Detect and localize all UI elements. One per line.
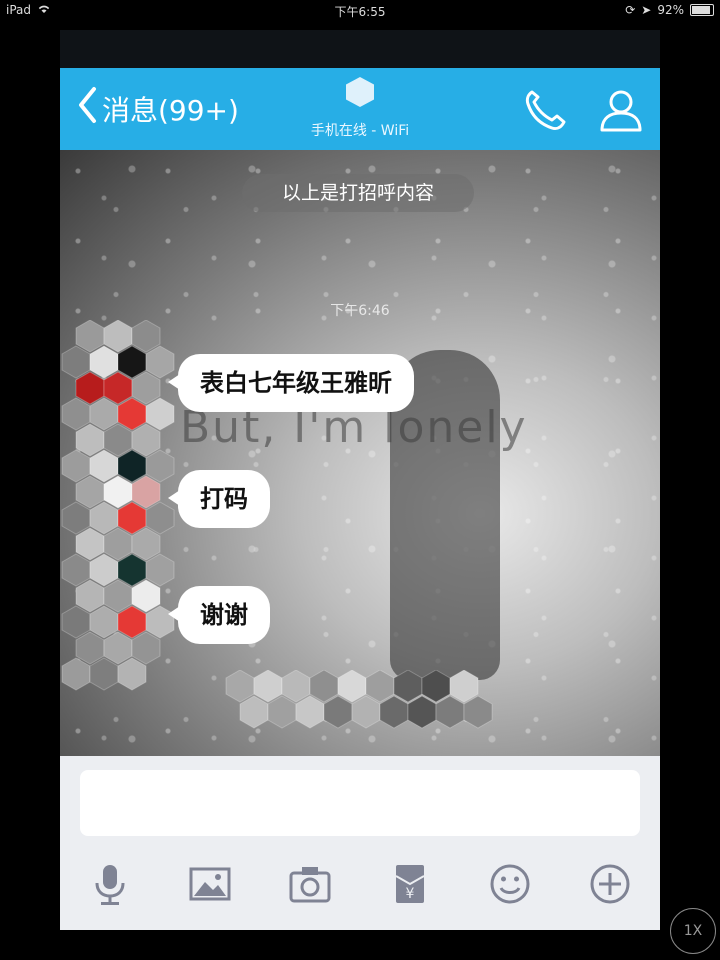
contact-avatar[interactable] <box>344 76 376 108</box>
phone-icon[interactable] <box>522 88 568 136</box>
back-label: 消息(99+) <box>102 93 239 127</box>
zoom-button[interactable]: 1X <box>670 908 716 954</box>
message-bubble[interactable]: 表白七年级王雅昕 <box>168 354 414 412</box>
phone-top-bar <box>60 30 660 68</box>
red-packet-icon[interactable]: ¥ <box>388 862 432 910</box>
online-status: 手机在线 - WiFi <box>310 123 410 139</box>
message-timestamp: 下午6:46 <box>330 303 390 319</box>
add-icon[interactable] <box>588 862 632 910</box>
message-input[interactable] <box>80 770 640 836</box>
svg-text:¥: ¥ <box>406 886 415 902</box>
contact-profile-icon[interactable] <box>598 88 644 136</box>
battery-icon <box>690 4 714 16</box>
back-button[interactable]: 消息(99+) <box>76 86 239 131</box>
nav-center: 手机在线 - WiFi <box>260 68 460 150</box>
status-bar: iPad 下午6:55 ⟳ ➤ 92% <box>0 0 720 22</box>
status-right: ⟳ ➤ 92% <box>625 3 714 17</box>
battery-percent: 92% <box>657 3 684 17</box>
input-toolbar: ¥ <box>60 856 660 916</box>
nav-bar: 消息(99+) 手机在线 - WiFi <box>60 68 660 150</box>
input-area: ¥ <box>60 756 660 930</box>
camera-icon[interactable] <box>288 862 332 910</box>
greeting-notice: 以上是打招呼内容 <box>242 174 474 212</box>
chevron-left-icon <box>76 86 98 131</box>
orientation-lock-icon: ⟳ <box>625 3 636 17</box>
mosaic-top <box>288 150 468 170</box>
emoji-icon[interactable] <box>488 862 532 910</box>
chat-screen: 消息(99+) 手机在线 - WiFi But, I'm lonely 以上是打… <box>60 30 660 930</box>
message-bubble[interactable]: 打码 <box>168 470 270 528</box>
chat-area[interactable]: But, I'm lonely 以上是打招呼内容 下午6:46 表白七年级王雅昕… <box>60 150 660 756</box>
status-time: 下午6:55 <box>334 5 386 19</box>
nav-actions <box>522 88 644 136</box>
message-bubble[interactable]: 谢谢 <box>168 586 270 644</box>
avatar-mosaic <box>61 320 175 691</box>
mosaic-bottom <box>225 670 493 729</box>
image-icon[interactable] <box>188 862 232 910</box>
location-arrow-icon: ➤ <box>641 3 652 17</box>
microphone-icon[interactable] <box>88 862 132 910</box>
